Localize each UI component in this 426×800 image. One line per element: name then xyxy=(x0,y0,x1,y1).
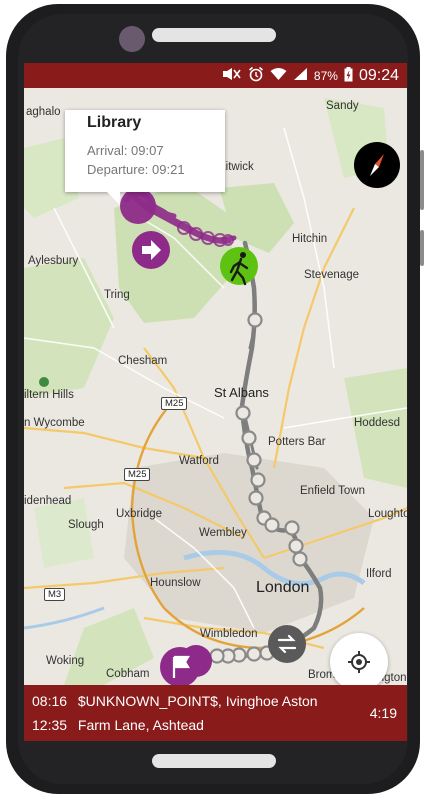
map-label-tring: Tring xyxy=(104,289,130,301)
clock: 09:24 xyxy=(358,66,399,84)
battery-percent: 87% xyxy=(313,68,338,83)
map-label-stevenage: Stevenage xyxy=(304,269,359,281)
road-badge-m3: M3 xyxy=(44,588,66,601)
side-button xyxy=(420,230,424,266)
side-button xyxy=(420,150,424,210)
walking-person-icon[interactable] xyxy=(220,247,258,286)
compass-icon xyxy=(370,154,384,176)
road-badge-m25: M25 xyxy=(124,468,151,481)
map-view[interactable]: aghalo Sandy Kitwick Hitchin Aylesbury S… xyxy=(24,88,407,691)
trip-end-row: 12:35 Farm Lane, Ashtead xyxy=(32,717,204,733)
wifi-icon xyxy=(270,67,287,84)
app-screen: 87% 09:24 aghalo Sandy Kitwick Hitchin A… xyxy=(24,63,407,741)
my-location-button[interactable] xyxy=(330,633,388,691)
alarm-icon xyxy=(248,66,264,85)
tree-icon xyxy=(39,377,49,387)
popup-arrival: Arrival: 09:07 xyxy=(87,143,164,158)
map-label-uxbridge: Uxbridge xyxy=(116,508,163,520)
map-label-potters-bar: Potters Bar xyxy=(268,436,326,448)
map-label-hounslow: Hounslow xyxy=(150,577,201,589)
bottom-speaker xyxy=(152,754,276,768)
map-label-chiltern-hills: iltern Hills xyxy=(24,389,74,401)
map-label-wycombe: n Wycombe xyxy=(24,417,85,429)
map-label-ilford: Ilford xyxy=(366,568,392,580)
front-camera xyxy=(119,26,145,52)
road-badge-m25: M25 xyxy=(161,397,188,410)
trip-start-row: 08:16 $UNKNOWN_POINT$, Ivinghoe Aston xyxy=(32,693,318,709)
trip-start-place: $UNKNOWN_POINT$, Ivinghoe Aston xyxy=(77,693,318,709)
map-label-chesham: Chesham xyxy=(118,355,168,367)
popup-title: Library xyxy=(87,114,142,131)
mute-icon xyxy=(222,67,242,84)
compass-button[interactable] xyxy=(354,142,400,188)
map-label-watford: Watford xyxy=(179,455,219,467)
map-label-maidenhead: idenhead xyxy=(24,495,72,507)
status-bar: 87% 09:24 xyxy=(24,63,407,88)
popup-departure: Departure: 09:21 xyxy=(87,162,185,177)
trip-end-time: 12:35 xyxy=(32,717,68,733)
map-label-wimbledon: Wimbledon xyxy=(200,628,258,640)
trip-start-time: 08:16 xyxy=(32,693,68,709)
start-arrow-icon[interactable] xyxy=(132,231,170,269)
map-label-slough: Slough xyxy=(68,519,104,531)
trip-duration: 4:19 xyxy=(369,705,397,721)
top-speaker xyxy=(152,28,276,42)
trip-summary-bar[interactable]: 08:16 $UNKNOWN_POINT$, Ivinghoe Aston 12… xyxy=(24,685,407,741)
map-label-london: London xyxy=(256,579,310,596)
map-label-hoddesdon: Hoddesd xyxy=(354,417,401,429)
crosshair-icon xyxy=(348,651,370,673)
location-info-popup[interactable]: Library Arrival: 09:07 Departure: 09:21 xyxy=(65,110,225,192)
map-label-woking: Woking xyxy=(46,655,85,667)
popup-pointer xyxy=(106,191,120,205)
map-label-aghalo: aghalo xyxy=(26,106,61,118)
map-label-wembley: Wembley xyxy=(199,527,247,539)
map-label-st-albans: St Albans xyxy=(214,385,269,400)
library-location-marker[interactable] xyxy=(120,188,156,224)
map-label-cobham: Cobham xyxy=(106,668,150,680)
map-label-hitchin: Hitchin xyxy=(292,233,328,245)
map-label-sandy: Sandy xyxy=(326,100,359,112)
map-label-enfield-town: Enfield Town xyxy=(300,485,365,497)
swap-arrows-icon[interactable] xyxy=(268,625,306,663)
map-label-loughton: Loughto xyxy=(368,508,407,520)
signal-icon xyxy=(293,67,308,84)
trip-end-place: Farm Lane, Ashtead xyxy=(77,717,204,733)
map-label-aylesbury: Aylesbury xyxy=(28,255,79,267)
battery-icon xyxy=(344,66,353,85)
